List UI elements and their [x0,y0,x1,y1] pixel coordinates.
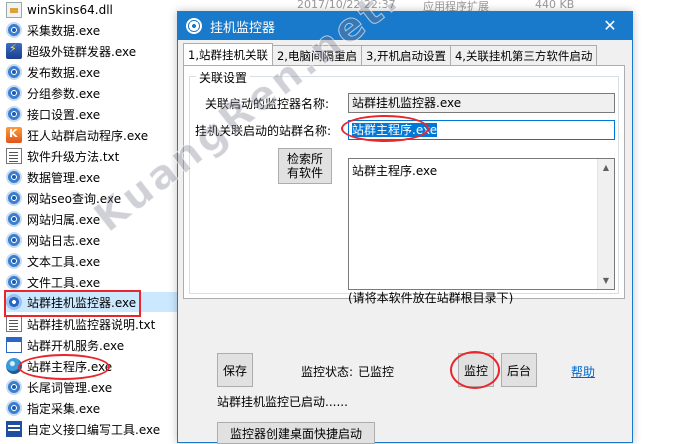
file-row-data-manage[interactable]: 数据管理.exe [6,167,176,187]
file-row-custom-api-tool[interactable]: 自定义接口编写工具.exe [6,419,176,439]
file-name: 站群挂机监控器说明.txt [27,317,156,332]
create-shortcut-button[interactable]: 监控器创建桌面快捷启动 [217,422,375,444]
file-row-monitor-selected[interactable]: 站群挂机监控器.exe [4,292,178,312]
file-name: 站群开机服务.exe [27,338,125,353]
file-row-text-tool[interactable]: 文本工具.exe [6,251,176,271]
file-name: 数据管理.exe [27,170,101,185]
gear-exe-icon [6,85,22,101]
file-name: 软件升级方法.txt [27,149,120,164]
tab-panel: 关联设置 关联启动的监控器名称: 站群挂机监控器.exe 挂机关联启动的站群名称… [183,65,625,305]
gear-exe-icon [6,22,22,38]
gear-exe-icon [6,274,22,290]
ball-exe-icon [6,358,22,374]
monitor-name-label: 关联启动的监控器名称: [205,97,330,111]
file-name: 超级外链群发器.exe [27,44,137,59]
file-row-boot-service[interactable]: 站群开机服务.exe [6,335,176,355]
save-button[interactable]: 保存 [217,353,253,387]
close-icon: ✕ [603,16,617,35]
status-value: 已监控 [358,365,395,379]
tab-startup-settings[interactable]: 3,开机启动设置 [360,45,451,65]
close-button[interactable]: ✕ [588,12,632,40]
file-name: 网站归属.exe [27,212,101,227]
program-list-item: 站群主程序.exe [352,164,438,178]
gear-exe-icon [6,106,22,122]
file-row-site-log[interactable]: 网站日志.exe [6,230,176,250]
gear-exe-icon [6,211,22,227]
monitor-dialog: 挂机监控器 ✕ 1,站群挂机关联 2,电脑间隔重启 3,开机启动设置 4,关联挂… [177,11,633,444]
program-name-input[interactable]: 站群主程序.exe [348,120,615,140]
file-name: 狂人站群启动程序.exe [27,128,149,143]
window-title: 挂机监控器 [210,20,276,36]
text-file-icon [6,316,22,332]
dll-file-icon [6,2,22,18]
background-button[interactable]: 后台 [501,353,537,387]
selected-text: 站群主程序.exe [352,123,438,137]
file-name: 采集数据.exe [27,23,101,38]
monitor-name-field[interactable]: 站群挂机监控器.exe [348,93,615,113]
file-row-longtail[interactable]: 长尾词管理.exe [6,377,176,397]
file-size: 440 KB [535,0,575,11]
monitor-button[interactable]: 监控 [458,353,494,387]
file-name: 接口设置.exe [27,107,101,122]
program-name-label: 挂机关联启动的站群名称: [195,124,332,138]
monitor-exe-icon [6,294,22,310]
tab-interval-restart[interactable]: 2,电脑间隔重启 [271,45,362,65]
file-row-main-program[interactable]: 站群主程序.exe [6,356,176,376]
app-exe-icon [6,42,22,59]
file-date: 2017/10/22 22:37 [297,0,396,11]
file-name: 发布数据.exe [27,65,101,80]
gear-exe-icon [6,400,22,416]
file-name: 站群主程序.exe [27,359,113,374]
file-row-seo-query[interactable]: 网站seo查询.exe [6,188,176,208]
gear-exe-icon [6,190,22,206]
tab-strip: 1,站群挂机关联 2,电脑间隔重启 3,开机启动设置 4,关联挂机第三方软件启动 [183,43,598,66]
file-row-group-params[interactable]: 分组参数.exe [6,83,176,103]
scroll-up-arrow-icon[interactable]: ▲ [598,159,614,176]
monitor-app-icon [186,18,202,34]
file-name: 长尾词管理.exe [27,380,113,395]
file-row-launcher[interactable]: 狂人站群启动程序.exe [6,125,176,145]
file-row-file-tool[interactable]: 文件工具.exe [6,272,176,292]
file-row-publish-data[interactable]: 发布数据.exe [6,62,176,82]
file-name: 网站seo查询.exe [27,191,122,206]
group-title: 关联设置 [196,69,251,86]
scroll-down-arrow-icon[interactable]: ▼ [598,272,614,289]
tab-site-link[interactable]: 1,站群挂机关联 [183,43,273,65]
help-link[interactable]: 帮助 [571,363,595,380]
root-directory-hint: (请将本软件放在站群根目录下) [348,291,514,305]
gear-exe-icon [6,253,22,269]
file-name: 自定义接口编写工具.exe [27,422,161,437]
file-row-winskins64[interactable]: winSkins64.dll [6,0,176,20]
file-row-specific-collect[interactable]: 指定采集.exe [6,398,176,418]
tab-third-party[interactable]: 4,关联挂机第三方软件启动 [449,45,598,65]
gear-exe-icon [6,379,22,395]
file-name: 指定采集.exe [27,401,101,416]
file-row-site-owner[interactable]: 网站归属.exe [6,209,176,229]
file-name: winSkins64.dll [27,3,113,17]
file-name: 分组参数.exe [27,86,101,101]
file-row-upgrade-txt[interactable]: 软件升级方法.txt [6,146,176,166]
status-label: 监控状态: [301,365,354,379]
file-name: 文本工具.exe [27,254,101,269]
program-list-textarea[interactable]: 站群主程序.exe ▲ ▼ [348,158,615,290]
search-all-software-button[interactable]: 检索所有软件 [278,148,332,184]
gear-exe-icon [6,169,22,185]
window-exe-icon [6,337,22,353]
orange-exe-icon [6,127,22,143]
file-row-collect-data[interactable]: 采集数据.exe [6,20,176,40]
file-row-api-settings[interactable]: 接口设置.exe [6,104,176,124]
gear-exe-icon [6,64,22,80]
status-message: 站群挂机监控已启动...... [217,395,348,409]
file-name: 网站日志.exe [27,233,101,248]
textarea-scrollbar[interactable]: ▲ ▼ [597,159,614,289]
file-row-monitor-readme[interactable]: 站群挂机监控器说明.txt [6,314,176,334]
file-name: 文件工具.exe [27,275,101,290]
gear-exe-icon [6,232,22,248]
cmd-exe-icon [6,421,22,437]
file-row-link-sender[interactable]: 超级外链群发器.exe [6,41,176,61]
file-name: 站群挂机监控器.exe [27,295,137,310]
title-bar[interactable]: 挂机监控器 ✕ [178,12,632,40]
text-file-icon [6,148,22,164]
link-settings-group: 关联设置 关联启动的监控器名称: 站群挂机监控器.exe 挂机关联启动的站群名称… [189,69,619,294]
